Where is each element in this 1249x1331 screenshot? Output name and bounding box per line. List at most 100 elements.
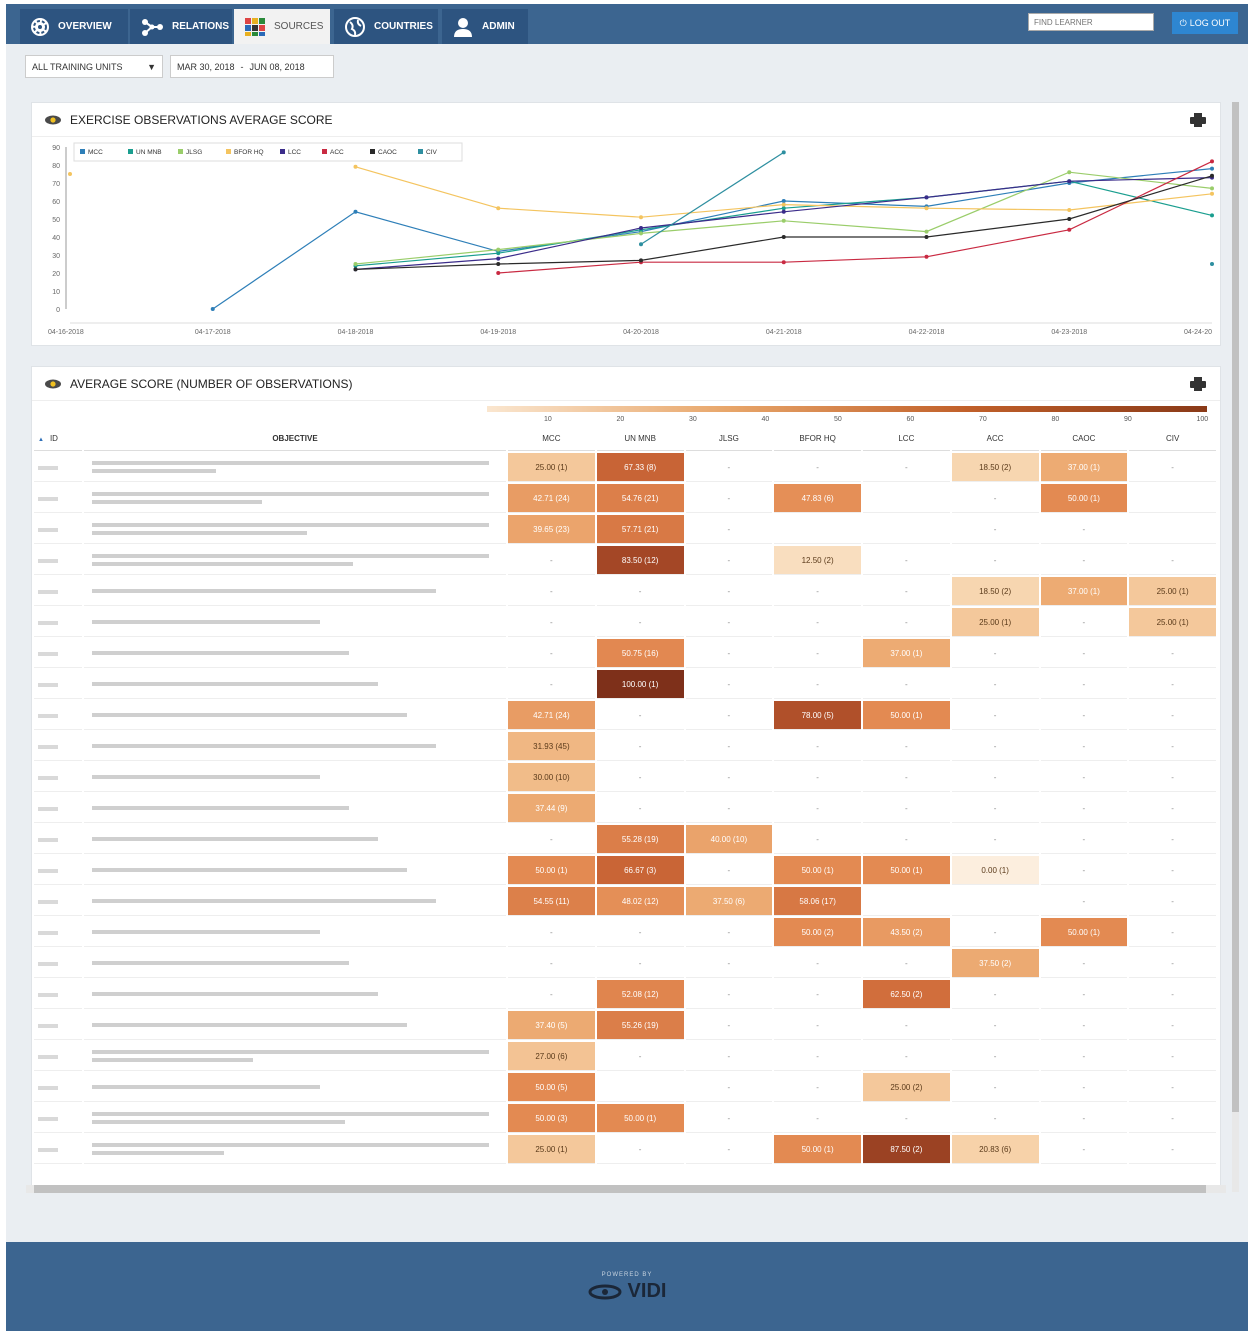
score-cell[interactable]: - xyxy=(951,794,1039,823)
score-cell[interactable]: - xyxy=(863,949,950,978)
score-cell[interactable] xyxy=(863,887,950,916)
score-cell[interactable]: - xyxy=(685,546,773,575)
score-cell[interactable]: - xyxy=(596,763,684,792)
score-cell[interactable]: 37.44 (9) xyxy=(508,794,595,823)
score-cell[interactable]: - xyxy=(774,794,861,823)
table-row[interactable]: 39.65 (23) 57.71 (21) - - - xyxy=(34,515,1216,544)
score-cell[interactable]: - xyxy=(863,453,950,482)
table-row[interactable]: 31.93 (45) - - - - - - - xyxy=(34,732,1216,761)
score-cell[interactable]: - xyxy=(685,794,773,823)
score-cell[interactable]: 67.33 (8) xyxy=(596,453,684,482)
score-cell[interactable]: 50.00 (1) xyxy=(774,856,861,885)
score-cell[interactable]: 20.83 (6) xyxy=(951,1135,1039,1164)
score-cell[interactable]: - xyxy=(774,1073,861,1102)
column-header-acc[interactable]: ACC xyxy=(951,427,1039,451)
score-cell[interactable]: - xyxy=(1129,980,1216,1009)
score-cell[interactable]: - xyxy=(774,1042,861,1071)
score-cell[interactable] xyxy=(774,515,861,544)
table-row[interactable]: 25.00 (1) - -50.00 (1) 87.50 (2) 20.83 (6) - - xyxy=(34,1135,1216,1164)
score-cell[interactable]: - xyxy=(863,577,950,606)
score-cell[interactable]: - xyxy=(1129,763,1216,792)
score-cell[interactable]: 55.26 (19) xyxy=(596,1011,684,1040)
score-cell[interactable] xyxy=(951,887,1039,916)
score-cell[interactable]: 43.50 (2) xyxy=(863,918,950,947)
vscroll-thumb[interactable] xyxy=(1232,102,1239,1112)
table-row[interactable]: - - -50.00 (2) 43.50 (2) -50.00 (1) - xyxy=(34,918,1216,947)
column-header-caoc[interactable]: CAOC xyxy=(1040,427,1128,451)
score-cell[interactable]: - xyxy=(1040,732,1128,761)
table-row[interactable]: -83.50 (12) -12.50 (2) - - - - xyxy=(34,546,1216,575)
table-row[interactable]: 37.40 (5) 55.26 (19) - - - - - - xyxy=(34,1011,1216,1040)
score-cell[interactable]: - xyxy=(596,608,684,637)
score-cell[interactable]: 25.00 (1) xyxy=(1129,608,1216,637)
score-cell[interactable]: 25.00 (1) xyxy=(1129,577,1216,606)
score-cell[interactable]: - xyxy=(1040,887,1128,916)
score-cell[interactable]: - xyxy=(951,639,1039,668)
tab-overview[interactable]: OVERVIEW xyxy=(20,9,128,44)
score-cell[interactable]: 50.00 (1) xyxy=(1040,484,1128,513)
score-cell[interactable]: 50.00 (1) xyxy=(863,856,950,885)
logout-button[interactable]: ⏻ LOG OUT xyxy=(1172,12,1238,34)
score-cell[interactable]: 18.50 (2) xyxy=(951,577,1039,606)
score-cell[interactable]: - xyxy=(1129,701,1216,730)
score-cell[interactable]: - xyxy=(685,1104,773,1133)
tab-sources[interactable]: SOURCES xyxy=(234,9,330,44)
score-cell[interactable]: - xyxy=(863,1011,950,1040)
print-icon[interactable] xyxy=(1190,113,1206,127)
score-cell[interactable]: - xyxy=(951,1042,1039,1071)
score-cell[interactable]: - xyxy=(685,856,773,885)
score-cell[interactable]: - xyxy=(596,949,684,978)
score-cell[interactable]: - xyxy=(951,732,1039,761)
column-header-mcc[interactable]: MCC xyxy=(508,427,595,451)
score-cell[interactable] xyxy=(1129,484,1216,513)
score-cell[interactable]: - xyxy=(685,1073,773,1102)
score-cell[interactable]: - xyxy=(685,608,773,637)
score-cell[interactable]: - xyxy=(508,639,595,668)
score-cell[interactable]: - xyxy=(1040,1073,1128,1102)
score-cell[interactable]: - xyxy=(951,980,1039,1009)
score-cell[interactable]: - xyxy=(951,515,1039,544)
score-cell[interactable]: 50.00 (1) xyxy=(1040,918,1128,947)
score-cell[interactable]: 39.65 (23) xyxy=(508,515,595,544)
score-cell[interactable]: - xyxy=(1040,1011,1128,1040)
score-cell[interactable]: 37.00 (1) xyxy=(1040,453,1128,482)
table-row[interactable]: 27.00 (6) - - - - - - - xyxy=(34,1042,1216,1071)
score-cell[interactable]: - xyxy=(1129,453,1216,482)
score-cell[interactable]: - xyxy=(774,949,861,978)
score-cell[interactable]: 0.00 (1) xyxy=(951,856,1039,885)
score-cell[interactable]: - xyxy=(1129,794,1216,823)
score-cell[interactable]: - xyxy=(1040,980,1128,1009)
score-cell[interactable]: - xyxy=(685,1135,773,1164)
training-unit-dropdown[interactable]: ALL TRAINING UNITS ▼ xyxy=(25,55,163,78)
table-row[interactable]: - - - - -37.50 (2) - - xyxy=(34,949,1216,978)
score-cell[interactable]: 47.83 (6) xyxy=(774,484,861,513)
score-cell[interactable]: 78.00 (5) xyxy=(774,701,861,730)
score-cell[interactable]: - xyxy=(596,1042,684,1071)
score-cell[interactable]: - xyxy=(1040,639,1128,668)
score-cell[interactable]: 52.08 (12) xyxy=(596,980,684,1009)
score-cell[interactable]: - xyxy=(596,918,684,947)
score-cell[interactable]: - xyxy=(1040,701,1128,730)
score-cell[interactable]: - xyxy=(863,546,950,575)
score-cell[interactable]: - xyxy=(1040,949,1128,978)
score-cell[interactable]: - xyxy=(951,1011,1039,1040)
score-cell[interactable]: - xyxy=(951,701,1039,730)
score-cell[interactable]: 62.50 (2) xyxy=(863,980,950,1009)
score-cell[interactable]: - xyxy=(508,577,595,606)
score-cell[interactable]: - xyxy=(685,484,773,513)
score-cell[interactable]: - xyxy=(774,1011,861,1040)
score-cell[interactable]: - xyxy=(774,763,861,792)
score-cell[interactable]: 37.00 (1) xyxy=(1040,577,1128,606)
score-cell[interactable]: - xyxy=(1129,856,1216,885)
score-cell[interactable]: - xyxy=(1129,1042,1216,1071)
score-cell[interactable]: 50.00 (1) xyxy=(508,856,595,885)
score-cell[interactable]: - xyxy=(1129,546,1216,575)
score-cell[interactable]: - xyxy=(863,732,950,761)
score-cell[interactable]: - xyxy=(1129,1135,1216,1164)
score-cell[interactable]: - xyxy=(951,918,1039,947)
score-cell[interactable]: - xyxy=(1040,608,1128,637)
table-row[interactable]: -100.00 (1) - - - - - - xyxy=(34,670,1216,699)
score-cell[interactable]: - xyxy=(596,1135,684,1164)
score-cell[interactable]: - xyxy=(685,980,773,1009)
score-cell[interactable] xyxy=(1129,515,1216,544)
